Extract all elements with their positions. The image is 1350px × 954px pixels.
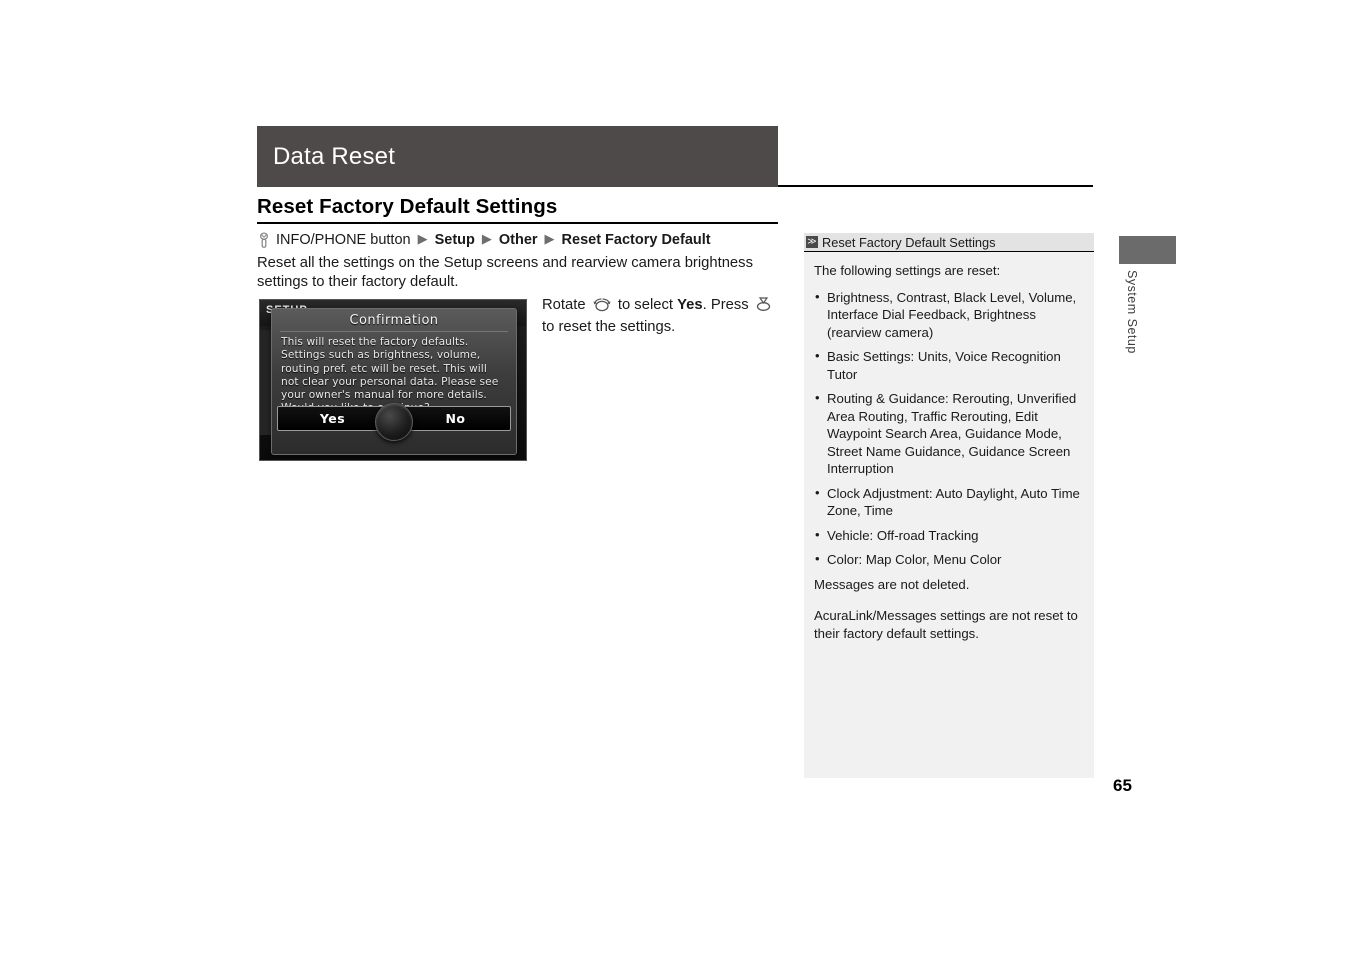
list-item: Color: Map Color, Menu Color [814, 550, 1082, 569]
dialog-yes-button[interactable]: Yes [277, 405, 388, 431]
instruction-paragraph: Rotate to select Yes. Press to reset the… [542, 296, 782, 337]
press-dial-icon [755, 296, 772, 318]
instruction-emphasis-yes: Yes [677, 297, 703, 313]
edge-tab-marker [1119, 236, 1176, 264]
list-item: Vehicle: Off-road Tracking [814, 526, 1082, 545]
rotate-dial-icon [592, 297, 612, 318]
sidebar-note-acuralink: AcuraLink/Messages settings are not rese… [814, 608, 1078, 641]
breadcrumb-step-reset-factory-default: Reset Factory Default [561, 232, 711, 248]
sidebar-reset-list: Brightness, Contrast, Black Level, Volum… [814, 288, 1082, 569]
intro-paragraph: Reset all the settings on the Setup scre… [257, 255, 753, 290]
double-chevron-icon: ≫ [806, 236, 818, 248]
interface-dial-knob-icon[interactable] [375, 403, 413, 441]
sidebar-header: ≫ Reset Factory Default Settings [804, 233, 1094, 252]
breadcrumb-step-setup: Setup [434, 232, 475, 248]
breadcrumb-start-label: INFO/PHONE button [276, 232, 411, 248]
chapter-header-rule [778, 185, 1093, 187]
confirmation-dialog: Confirmation This will reset the factory… [271, 308, 517, 455]
chapter-title: Data Reset [273, 142, 396, 170]
page-number: 65 [1113, 776, 1132, 795]
instruction-part-2: to select [617, 297, 673, 313]
breadcrumb-step-other: Other [498, 232, 538, 248]
chevron-right-icon: ▶ [417, 231, 428, 246]
dialog-no-button[interactable]: No [400, 405, 511, 431]
instruction-part-1: Rotate [542, 297, 586, 313]
list-item: Brightness, Contrast, Black Level, Volum… [814, 288, 1082, 342]
sidebar-content: The following settings are reset: Bright… [804, 252, 1094, 642]
page-title: Reset Factory Default Settings [257, 195, 558, 218]
sidebar-header-title: Reset Factory Default Settings [822, 234, 996, 250]
sidebar-lead-text: The following settings are reset: [814, 263, 1001, 278]
chevron-right-icon: ▶ [544, 231, 555, 246]
instruction-part-4: to reset the settings. [542, 319, 676, 335]
list-item: Routing & Guidance: Rerouting, Unverifie… [814, 389, 1082, 478]
edge-tab-label: System Setup [1125, 270, 1139, 354]
instruction-part-3: . Press [702, 297, 749, 313]
section-title-rule [257, 222, 778, 224]
sidebar-note-messages: Messages are not deleted. [814, 576, 970, 592]
info-phone-button-icon [257, 232, 271, 250]
list-item: Basic Settings: Units, Voice Recognition… [814, 347, 1082, 383]
device-screenshot: SETUP Confirmation This will reset the f… [259, 299, 527, 461]
list-item: Clock Adjustment: Auto Daylight, Auto Ti… [814, 484, 1082, 520]
breadcrumb: INFO/PHONE button ▶ Setup ▶ Other ▶ Rese… [257, 231, 711, 249]
dialog-title: Confirmation [349, 313, 439, 328]
reference-sidebar: ≫ Reset Factory Default Settings The fol… [804, 233, 1094, 778]
chevron-right-icon: ▶ [481, 231, 492, 246]
chapter-header-bar: Data Reset [257, 126, 778, 187]
